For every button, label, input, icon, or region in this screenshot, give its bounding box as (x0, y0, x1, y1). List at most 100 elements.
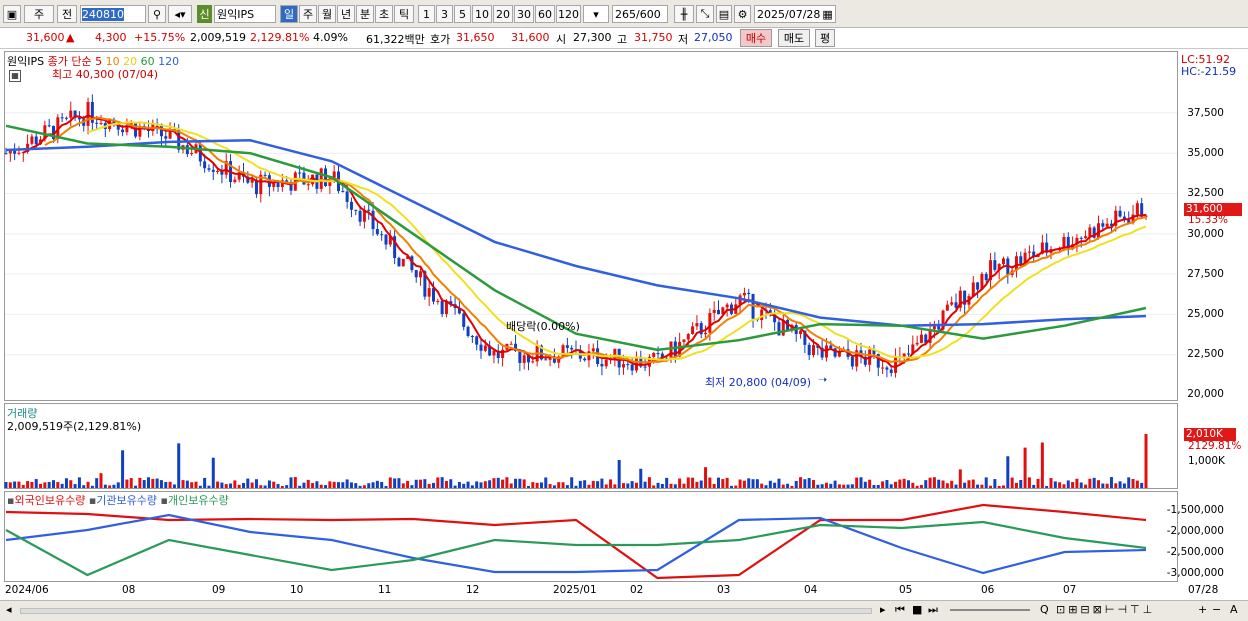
volume-bar-206 (894, 481, 898, 488)
ma60-line (5, 124, 1147, 352)
volume-bar-42 (185, 480, 189, 488)
volume-bar-258 (1118, 481, 1122, 488)
volume-bar-186 (807, 478, 811, 488)
date-7: 02 (630, 584, 644, 596)
candle-body-196 (850, 356, 854, 367)
legend-stock-name: 원익IPS (7, 55, 45, 68)
volume-bar-84 (367, 483, 371, 488)
candle-body-110 (479, 344, 483, 351)
volume-bar-180 (781, 484, 785, 488)
candle-body-237 (1027, 251, 1031, 253)
volume-bar-34 (151, 478, 155, 488)
scroll-right-icon[interactable]: ▸ (880, 603, 886, 616)
volume-bar-93 (406, 480, 410, 488)
volume-bar-67 (293, 477, 297, 488)
scrollbar[interactable] (20, 608, 872, 614)
scroll-left-icon[interactable]: ◂ (6, 603, 12, 616)
candle-body-13 (60, 117, 64, 119)
candle-body-162 (704, 332, 708, 335)
candle-body-117 (509, 343, 513, 345)
volume-bar-190 (824, 482, 828, 488)
candle-body-206 (894, 357, 898, 373)
legend-ma120: 120 (158, 55, 180, 68)
candle-body-224 (971, 282, 975, 297)
candle-body-79 (345, 191, 349, 202)
candle-body-70 (306, 184, 310, 186)
volume-bar-73 (319, 484, 323, 488)
volume-bar-4 (21, 484, 25, 488)
zoom-slider[interactable] (950, 609, 1030, 611)
volume-bar-209 (907, 480, 910, 488)
stop-icon[interactable]: ■ (912, 603, 922, 616)
volume-bar-94 (410, 485, 414, 488)
volume-bar-36 (159, 480, 163, 488)
volume-bar-116 (505, 477, 509, 488)
tools-icons[interactable]: ⊡⊞⊟⊠⊢⊣⊤⊥ (1056, 603, 1155, 616)
volume-bar-61 (267, 480, 271, 488)
tick-20000: 20,000 (1187, 388, 1224, 400)
volume-bar-141 (613, 484, 617, 488)
volume-bar-193 (837, 484, 841, 488)
volume-bar-60 (263, 485, 267, 488)
candle-body-151 (656, 353, 660, 355)
candle-body-262 (1135, 203, 1139, 215)
volume-bar-208 (902, 478, 906, 488)
tick-35000: 35,000 (1187, 147, 1224, 159)
candle-body-143 (622, 364, 625, 368)
volume-bar-110 (479, 482, 483, 488)
volume-bar-25 (112, 484, 116, 488)
date-0: 2024/06 (5, 584, 49, 596)
volume-bar-157 (682, 483, 686, 488)
candle-body-154 (669, 341, 673, 359)
volume-bar-9 (43, 482, 47, 488)
volume-bar-136 (591, 480, 595, 488)
volume-bar-156 (678, 478, 682, 488)
candle-body-19 (86, 102, 90, 126)
zoom-out-icon[interactable]: − (1212, 603, 1221, 616)
zoom-in-icon[interactable]: + (1198, 603, 1207, 616)
volume-bar-234 (1014, 482, 1018, 488)
holding-legend: ▪외국인보유수량 ▪기관보유수량 ▪개인보유수량 (7, 494, 229, 507)
volume-bar-165 (717, 477, 720, 488)
volume-bar-163 (708, 477, 712, 488)
candle-body-73 (319, 168, 323, 189)
volume-bar-202 (876, 485, 880, 488)
table-icon[interactable]: ▦ (9, 70, 21, 82)
volume-bar-105 (457, 482, 461, 488)
volume-bar-214 (928, 477, 932, 488)
volume-bar-51 (224, 484, 228, 488)
volume-bar-131 (570, 477, 574, 488)
volume-bar-81 (354, 483, 358, 488)
volume-bar-238 (1032, 484, 1036, 488)
candle-body-253 (1097, 223, 1100, 238)
volume-bar-132 (574, 485, 578, 488)
volume-bar-245 (1062, 484, 1066, 488)
arrow-right-icon: ➝ (818, 373, 828, 386)
auto-icon[interactable]: A (1230, 603, 1238, 616)
volume-bar-140 (609, 479, 613, 488)
volume-bar-16 (73, 484, 77, 488)
last-icon[interactable]: ⏭ (928, 603, 938, 617)
candle-body-47 (207, 168, 211, 170)
zoom-icon[interactable]: Q (1040, 603, 1049, 616)
volume-bar-249 (1079, 482, 1083, 488)
volume-bar-58 (254, 479, 258, 488)
volume-bar-66 (289, 477, 293, 488)
first-icon[interactable]: ⏮ (895, 603, 905, 617)
volume-bar-118 (514, 478, 518, 488)
date-end: 07/28 (1188, 584, 1219, 596)
volume-bar-228 (989, 485, 993, 488)
volume-bar-263 (1140, 482, 1144, 488)
volume-bar-194 (842, 484, 846, 488)
candle-body-2 (13, 150, 17, 154)
volume-bar-83 (362, 485, 366, 488)
candle-body-88 (384, 234, 388, 245)
volume-bar-1 (8, 482, 12, 488)
volume-bar-215 (932, 477, 936, 488)
volume-bar-153 (665, 477, 669, 488)
volume-bar-35 (155, 478, 159, 488)
volume-bar-75 (328, 481, 332, 488)
candle-body-1 (8, 150, 12, 154)
volume-bar-239 (1036, 478, 1040, 488)
date-1: 08 (122, 584, 136, 596)
